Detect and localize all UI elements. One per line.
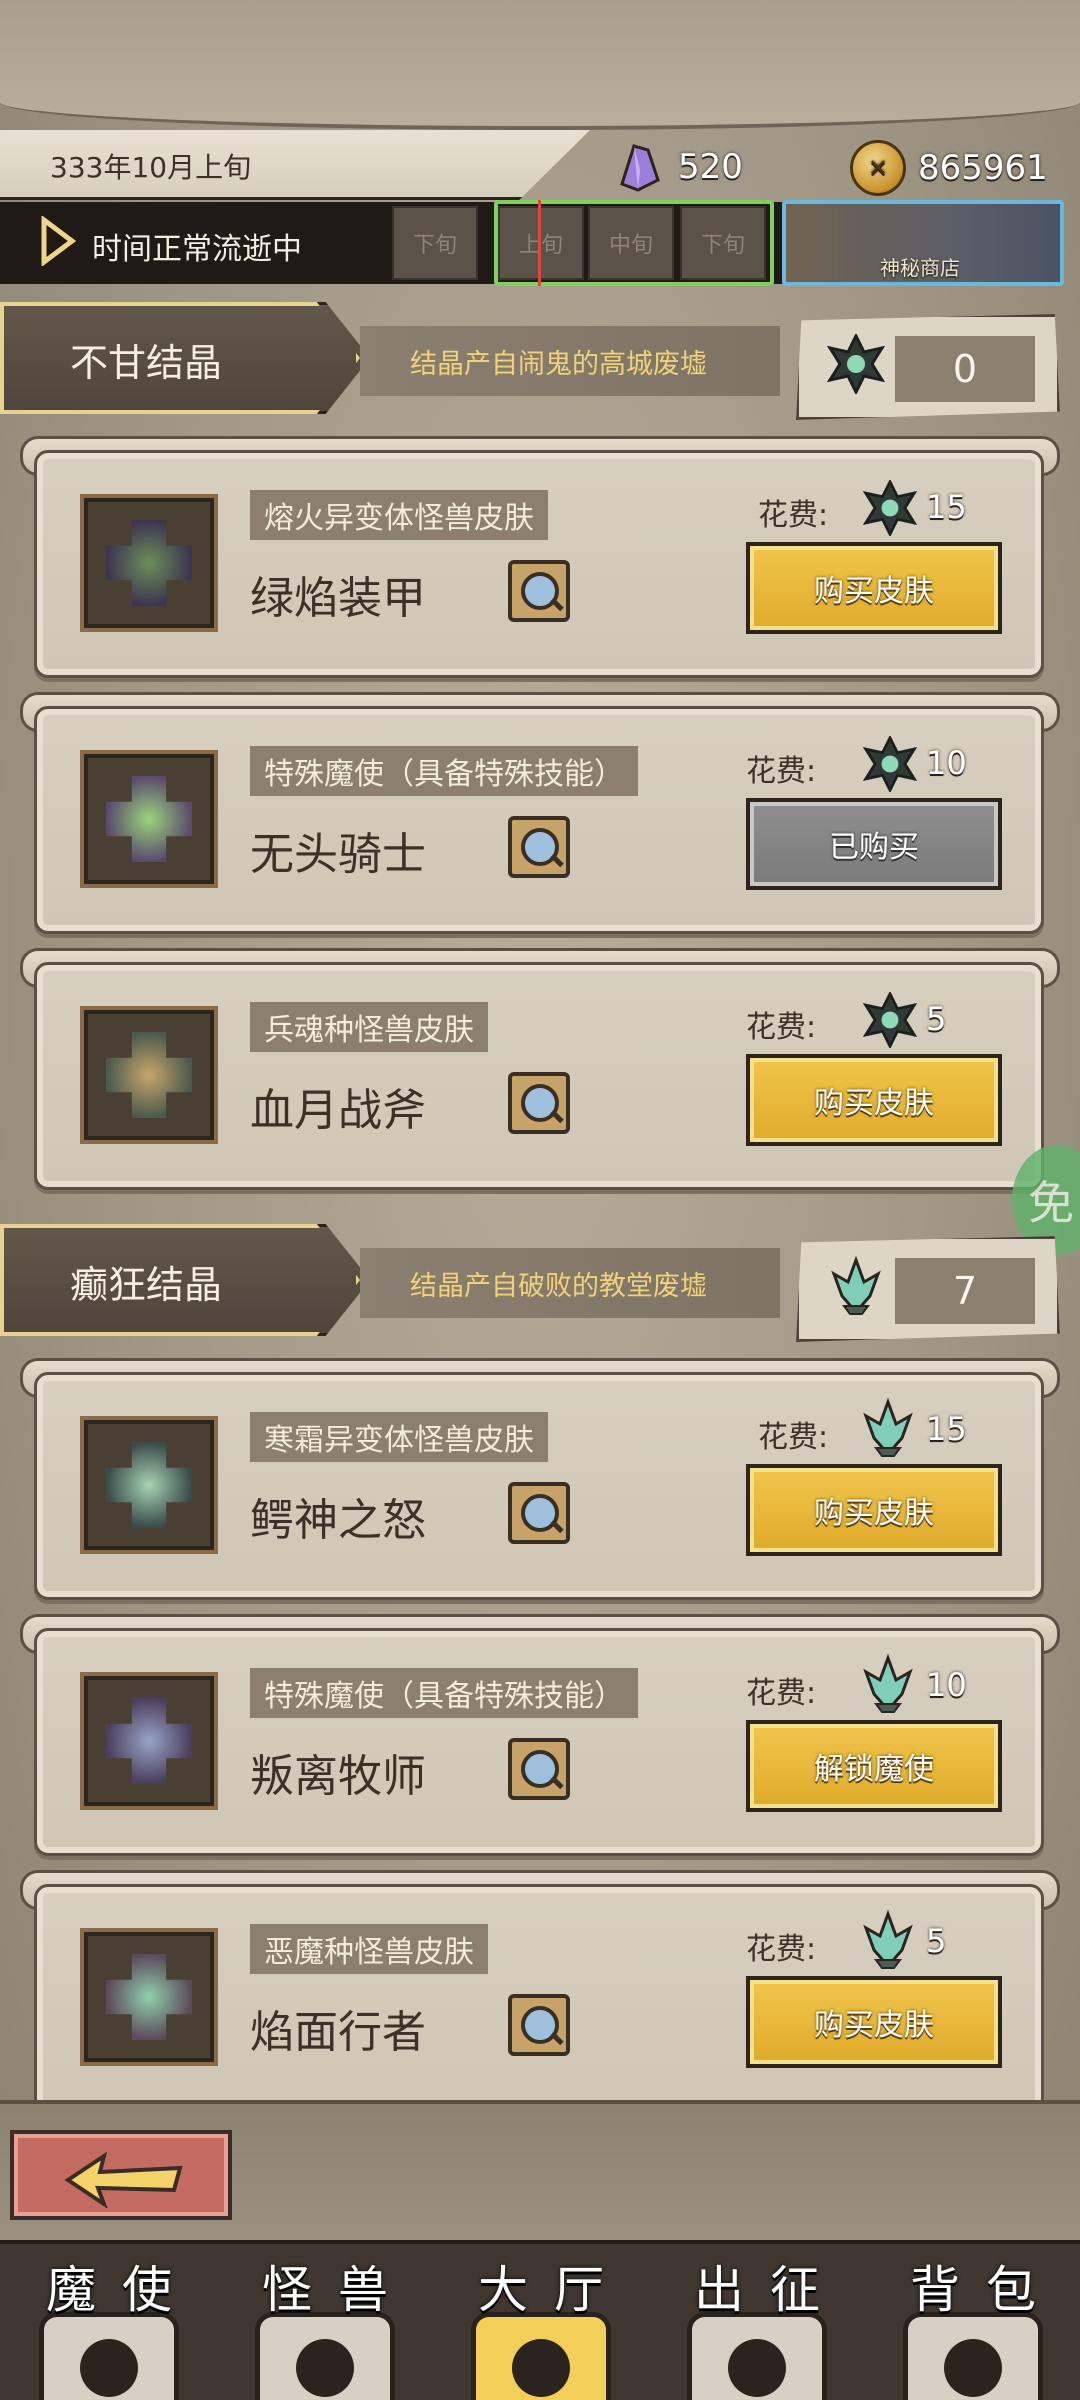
item-type: 特殊魔使（具备特殊技能） [250,746,638,796]
buy-skin-button[interactable]: 购买皮肤 [746,1976,1002,2068]
item-name: 叛离牧师 [250,1751,426,1802]
cost-label: 花费: [746,1676,817,1711]
nav-backpack[interactable]: 背包 [878,2250,1068,2400]
item-name: 无头骑士 [250,829,426,880]
item-portrait [80,1928,218,2066]
section-count-1: 0 [895,336,1035,402]
play-icon[interactable] [40,216,76,266]
monster-icon [255,2312,395,2400]
section-title-1: 不甘结晶 [70,341,223,385]
back-arrow-icon [64,2151,183,2208]
nav-label: 背包 [910,2261,1062,2319]
nav-label: 魔使 [46,2261,198,2319]
nav-label: 大厅 [478,2261,630,2319]
item-type: 兵魂种怪兽皮肤 [250,1002,488,1052]
date-text: 333年10月上旬 [50,151,252,184]
purchased-button[interactable]: 已购买 [746,798,1002,890]
nav-monster[interactable]: 怪兽 [230,2250,420,2400]
nav-label: 怪兽 [262,2261,414,2319]
item-portrait [80,1006,218,1144]
item-type: 特殊魔使（具备特殊技能） [250,1668,638,1718]
buy-skin-button[interactable]: 购买皮肤 [746,1054,1002,1146]
frost-crystal-icon [863,1654,913,1713]
back-button[interactable] [10,2130,232,2220]
cost-label: 花费: [758,1420,829,1455]
section-title-2: 癫狂结晶 [70,1263,223,1307]
top-curtain [0,0,1080,130]
purple-crystal-icon [620,144,660,192]
section-subtitle-2: 结晶产自破败的教堂废墟 [360,1248,780,1318]
cost-label: 花费: [746,754,817,789]
gold-counter: ✕ 865961 [850,140,1048,196]
dark-crystal-icon [862,480,918,536]
mystery-shop-label: 神秘商店 [880,256,960,280]
frost-crystal-icon [863,1910,913,1969]
item-portrait [80,1672,218,1810]
gem-value: 520 [678,147,743,187]
item-type: 熔火异变体怪兽皮肤 [250,490,548,540]
unlock-envoy-button[interactable]: 解锁魔使 [746,1720,1002,1812]
nav-expedition[interactable]: 出征 [662,2250,852,2400]
preview-magnifier-icon[interactable] [508,560,570,622]
cost-value: 10 [926,1666,967,1704]
nav-label: 出征 [694,2261,846,2319]
backpack-icon [903,2312,1043,2400]
current-month-periods [494,200,774,286]
cost-label: 花费: [758,498,829,533]
buy-skin-button[interactable]: 购买皮肤 [746,542,1002,634]
cost-value: 10 [926,744,967,782]
buy-skin-button[interactable]: 购买皮肤 [746,1464,1002,1556]
section-count-2: 7 [895,1258,1035,1324]
gold-coin-icon: ✕ [850,140,906,196]
frost-crystal-icon [831,1256,881,1315]
cost-value: 5 [926,1000,947,1038]
cost-value: 5 [926,1922,947,1960]
item-name: 绿焰装甲 [250,573,426,624]
item-portrait [80,1416,218,1554]
preview-magnifier-icon[interactable] [508,1994,570,2056]
preview-magnifier-icon[interactable] [508,1482,570,1544]
gold-value: 865961 [918,148,1048,188]
cost-value: 15 [926,488,967,526]
dark-crystal-icon [862,992,918,1048]
preview-magnifier-icon[interactable] [508,1072,570,1134]
preview-magnifier-icon[interactable] [508,816,570,878]
hall-icon [471,2312,611,2400]
dark-crystal-icon [826,334,886,394]
nav-hall[interactable]: 大厅 [446,2250,636,2400]
preview-magnifier-icon[interactable] [508,1738,570,1800]
section-subtitle-1: 结晶产自闹鬼的高城废墟 [360,326,780,396]
item-portrait [80,494,218,632]
item-name: 焰面行者 [250,2007,426,2058]
item-type: 寒霜异变体怪兽皮肤 [250,1412,548,1462]
cost-label: 花费: [746,1010,817,1045]
item-portrait [80,750,218,888]
cost-label: 花费: [746,1932,817,1967]
time-status: 时间正常流逝中 [92,232,302,267]
item-type: 恶魔种怪兽皮肤 [250,1924,488,1974]
nav-envoy[interactable]: 魔使 [14,2250,204,2400]
item-name: 血月战斧 [250,1085,426,1136]
expedition-icon [687,2312,827,2400]
gem-counter: 520 [612,140,743,194]
cost-value: 15 [926,1410,967,1448]
time-marker [538,200,541,286]
frost-crystal-icon [863,1398,913,1457]
item-name: 鳄神之怒 [250,1495,426,1546]
envoy-icon [39,2312,179,2400]
dark-crystal-icon [862,736,918,792]
period-prev-late: 下旬 [392,206,478,280]
